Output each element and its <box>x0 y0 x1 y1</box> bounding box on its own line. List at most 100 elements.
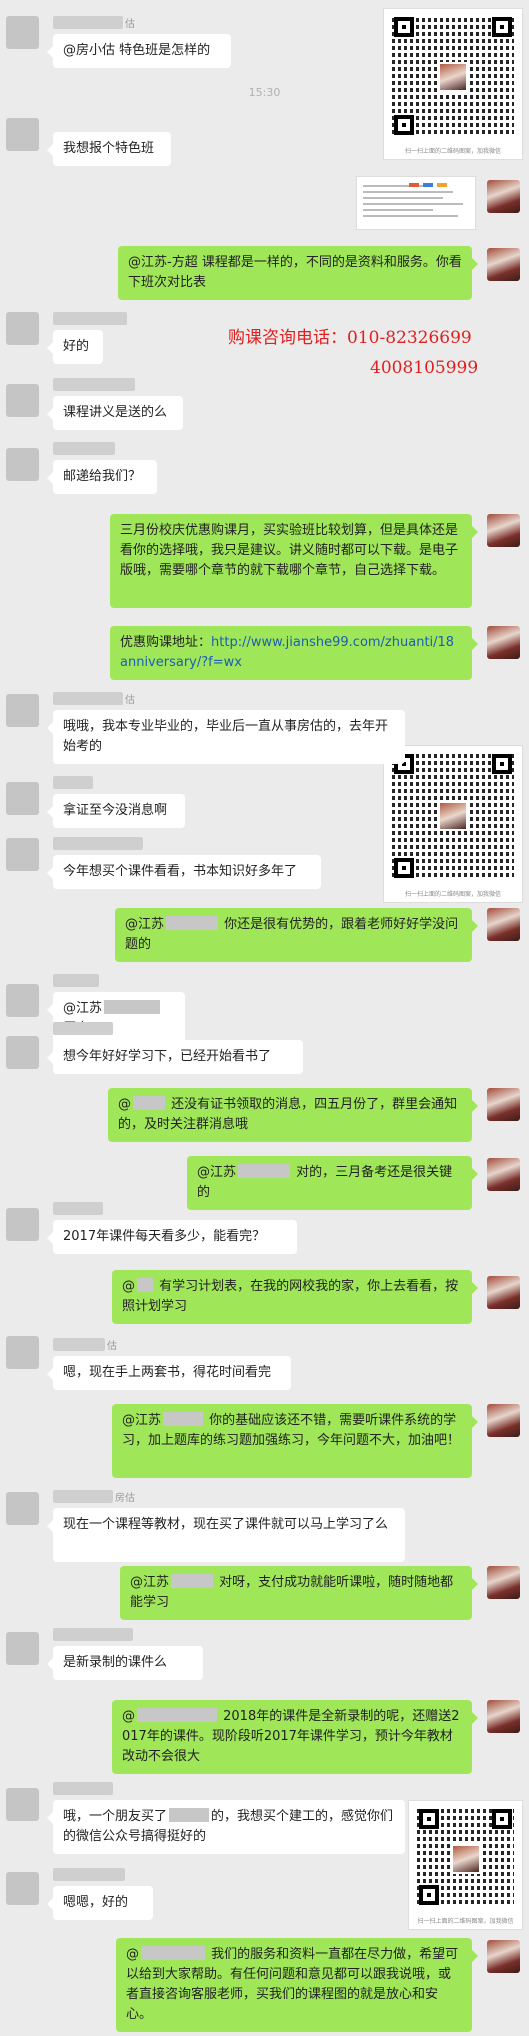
qr-finder <box>419 1809 439 1829</box>
qr-finder <box>492 754 512 774</box>
qr-finder <box>492 1809 512 1829</box>
qr-code-image[interactable]: 扫一扫上面的二维码图案，加我微信 <box>383 8 523 160</box>
avatar[interactable] <box>487 1566 520 1599</box>
shared-comparison-table-image[interactable] <box>356 176 476 230</box>
avatar[interactable] <box>6 1872 39 1905</box>
message-text: 嗯，现在手上两套书，得花时间看完 <box>63 1365 272 1380</box>
received-message-bubble[interactable]: @江苏 厉害 <box>47 992 185 1046</box>
avatar[interactable] <box>6 1492 39 1525</box>
avatar[interactable] <box>487 248 520 281</box>
avatar[interactable] <box>487 1404 520 1437</box>
qr-avatar-image <box>438 801 468 832</box>
message-text: @江苏 <box>197 1165 237 1180</box>
sender-name-redacted <box>53 1022 113 1035</box>
received-message-bubble[interactable]: 课程讲义是送的么 <box>47 396 183 430</box>
message-text: @江苏 <box>122 1413 162 1428</box>
avatar[interactable] <box>6 312 39 345</box>
received-message-bubble[interactable]: 哦，一个朋友买了 的，我想买个建工的，感觉你们的微信公众号搞得挺好的 <box>47 1800 405 1854</box>
received-message-bubble[interactable]: 是新录制的课件么 <box>47 1646 203 1680</box>
sent-message-bubble[interactable]: @江苏 你的基础应该还不错，需要听课件系统的学习，加上题库的练习题加强练习，今年… <box>112 1404 478 1478</box>
sender-name-redacted <box>53 442 115 455</box>
avatar[interactable] <box>6 694 39 727</box>
consult-phone-line-2: 4008105999 <box>370 358 479 378</box>
qr-finder <box>394 17 414 37</box>
qr-finder <box>394 115 414 135</box>
avatar[interactable] <box>487 908 520 941</box>
sender-name-suffix: 估 <box>125 695 135 706</box>
avatar[interactable] <box>6 1632 39 1665</box>
received-message-bubble[interactable]: 拿证至今没消息啊 <box>47 794 185 828</box>
qr-avatar-image <box>438 61 468 92</box>
qr-code-image[interactable]: 扫一扫上面的二维码图案，加我微信 <box>383 745 523 903</box>
avatar[interactable] <box>487 626 520 659</box>
sent-message-bubble[interactable]: 优惠购课地址：http://www.jianshe99.com/zhuanti/… <box>110 626 478 680</box>
avatar[interactable] <box>6 782 39 815</box>
sender-name-redacted <box>53 974 99 987</box>
avatar[interactable] <box>487 1700 520 1733</box>
sent-message-bubble[interactable]: @ 还没有证书领取的消息，四五月份了，群里会通知的，及时关注群消息哦 <box>108 1088 478 1142</box>
received-message-bubble[interactable]: 邮递给我们？ <box>47 460 157 494</box>
qr-avatar-image <box>450 1843 481 1874</box>
sender-name-redacted <box>53 1202 103 1215</box>
avatar[interactable] <box>487 1158 520 1191</box>
message-text: 2017年课件每天看多少，能看完？ <box>63 1229 266 1244</box>
received-message-bubble[interactable]: 嗯，现在手上两套书，得花时间看完 <box>47 1356 291 1390</box>
sent-message-bubble[interactable]: @江苏 对的，三月备考还是很关键的 <box>187 1156 478 1210</box>
received-message-bubble[interactable]: 想今年好好学习下，已经开始看书了 <box>47 1040 303 1074</box>
qr-caption: 扫一扫上面的二维码图案，加我微信 <box>417 1918 514 1925</box>
redacted-name <box>141 1946 205 1960</box>
qr-finder <box>492 17 512 37</box>
message-text: 今年想买个课件看看，书本知识好多年了 <box>63 864 298 879</box>
avatar[interactable] <box>6 118 39 151</box>
sent-message-bubble[interactable]: @ 有学习计划表，在我的网校我的家，你上去看看，按照计划学习 <box>112 1270 478 1324</box>
sender-name-redacted <box>53 1338 105 1351</box>
avatar[interactable] <box>6 984 39 1017</box>
sender-name-redacted <box>53 378 135 391</box>
avatar[interactable] <box>6 1208 39 1241</box>
avatar[interactable] <box>6 16 39 49</box>
received-message-bubble[interactable]: 哦哦，我本专业毕业的，毕业后一直从事房估的，去年开始考的 <box>47 710 405 764</box>
received-message-bubble[interactable]: @房小估 特色班是怎样的 <box>47 34 231 68</box>
sent-message-bubble[interactable]: 三月份校庆优惠购课月，买实验班比较划算，但是具体还是看你的选择哦，我只是建议。讲… <box>110 514 478 608</box>
redacted-name <box>171 1574 214 1588</box>
avatar[interactable] <box>6 1036 39 1069</box>
avatar[interactable] <box>6 838 39 871</box>
sent-message-bubble[interactable]: @江苏 你还是很有优势的，跟着老师好好学没问题的 <box>115 908 478 962</box>
avatar[interactable] <box>6 384 39 417</box>
sent-message-bubble[interactable]: @江苏-方超 课程都是一样的，不同的是资料和服务。你看下班次对比表 <box>118 246 478 300</box>
received-message-bubble[interactable]: 嗯嗯，好的 <box>47 1886 153 1920</box>
avatar[interactable] <box>487 1940 520 1973</box>
avatar[interactable] <box>6 1788 39 1821</box>
message-text: 哦，一个朋友买了 <box>63 1809 168 1824</box>
sent-message-bubble[interactable]: @江苏 对呀，支付成功就能听课啦，随时随地都能学习 <box>120 1566 478 1620</box>
redacted-name <box>104 1000 161 1014</box>
avatar[interactable] <box>6 448 39 481</box>
avatar[interactable] <box>487 180 520 213</box>
received-message-bubble[interactable]: 现在一个课程等教材，现在买了课件就可以马上学习了么 <box>47 1508 405 1562</box>
avatar[interactable] <box>487 1088 520 1121</box>
qr-code-image[interactable]: 扫一扫上面的二维码图案，加我微信 <box>408 1800 523 1930</box>
sent-message-bubble[interactable]: @ 2018年的课件是全新录制的呢，还赠送2017年的课件。现阶段听2017年课… <box>112 1700 478 1774</box>
consult-phone-overlay: 购课咨询电话：010-82326699 4008105999 <box>228 323 478 383</box>
sender-name-redacted <box>53 312 127 325</box>
message-text: @江苏 <box>130 1575 170 1590</box>
received-message-bubble[interactable]: 今年想买个课件看看，书本知识好多年了 <box>47 855 321 889</box>
avatar[interactable] <box>487 514 520 547</box>
message-text: 还没有证书领取的消息，四五月份了，群里会通知的，及时关注群消息哦 <box>118 1097 458 1132</box>
message-text: 好的 <box>63 339 90 354</box>
received-message-bubble[interactable]: 2017年课件每天看多少，能看完？ <box>47 1220 297 1254</box>
avatar[interactable] <box>6 1336 39 1369</box>
received-message-bubble[interactable]: 好的 <box>47 330 103 364</box>
avatar[interactable] <box>487 1276 520 1309</box>
received-message-bubble[interactable]: 我想报个特色班 <box>47 132 171 166</box>
message-text: @ <box>122 1279 135 1294</box>
sender-name-redacted <box>53 776 93 789</box>
message-text: 哦哦，我本专业毕业的，毕业后一直从事房估的，去年开始考的 <box>63 719 389 754</box>
sender-name-redacted <box>53 837 143 850</box>
message-text: @ <box>126 1947 139 1962</box>
sender-name-suffix: 估 <box>107 1341 117 1352</box>
sender-name-suffix: 估 <box>125 19 135 30</box>
message-text: @房小估 特色班是怎样的 <box>63 43 211 58</box>
message-text: 课程讲义是送的么 <box>63 405 168 420</box>
sent-message-bubble[interactable]: @ 我们的服务和资料一直都在尽力做，希望可以给到大家帮助。有任何问题和意见都可以… <box>116 1938 478 2032</box>
